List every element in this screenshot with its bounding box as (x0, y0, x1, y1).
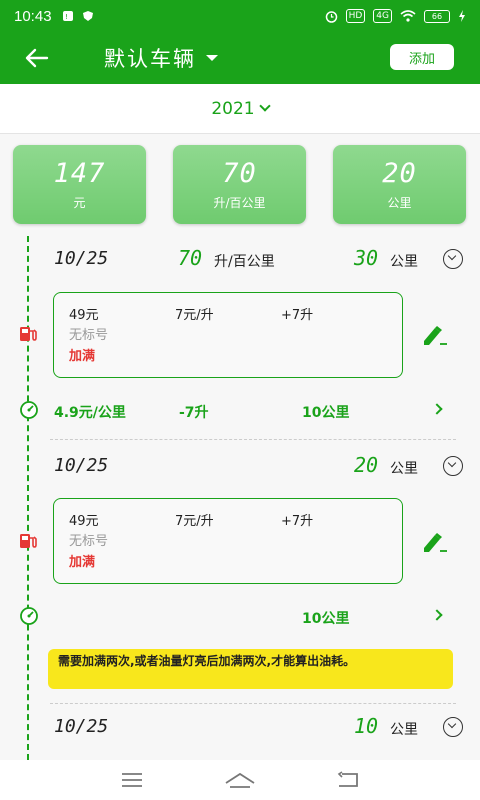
record-price: 7元/升 (175, 308, 214, 323)
refuel-record-card[interactable]: 49元 7元/升 +7升 无标号 加满 (53, 292, 403, 378)
group-distance-unit: 公里 (390, 254, 418, 270)
shield-icon (82, 11, 93, 21)
divider (50, 439, 456, 440)
record-grade: 无标号 (69, 534, 109, 549)
back-button[interactable] (24, 45, 50, 71)
stat-cost-per-km: 4.9元/公里 (54, 405, 126, 421)
vehicle-selector[interactable]: 默认车辆 (104, 43, 218, 73)
summary-card-cost: 147 元 (13, 145, 146, 224)
stat-distance: 10公里 (302, 405, 350, 421)
4g-signal-icon: 4G (373, 9, 392, 23)
charging-icon (459, 10, 465, 22)
record-price: 7元/升 (175, 514, 214, 529)
summary-unit: 元 (73, 196, 86, 210)
timeline-line (27, 236, 29, 760)
status-right-icons: HD 4G 66 (325, 9, 466, 23)
group-consumption-unit: 升/百公里 (214, 254, 275, 270)
back-nav-icon[interactable] (336, 771, 360, 789)
arrow-left-icon (25, 48, 49, 68)
record-volume: +7升 (281, 308, 314, 323)
divider (50, 703, 456, 704)
page-title: 默认车辆 (104, 47, 196, 71)
record-amount: 49元 (69, 514, 99, 529)
edit-icon[interactable] (420, 530, 448, 554)
fuel-pump-icon (20, 327, 37, 341)
battery-icon: 66 (424, 9, 450, 23)
summary-unit: 公里 (387, 196, 412, 210)
chevron-down-icon (258, 100, 271, 112)
summary-value: 147 (53, 158, 106, 189)
group-distance: 30 (354, 246, 379, 270)
system-nav-bar (0, 760, 480, 800)
status-left-icons: ! (62, 10, 94, 22)
summary-value: 70 (222, 158, 257, 189)
alarm-icon (325, 10, 337, 23)
record-volume: +7升 (281, 514, 314, 529)
group-distance: 20 (354, 453, 379, 477)
group-distance-unit: 公里 (390, 461, 418, 477)
stat-fuel-diff: -7升 (179, 405, 209, 421)
summary-unit: 升/百公里 (213, 196, 266, 210)
summary-card-consumption: 70 升/百公里 (173, 145, 306, 224)
chevron-right-icon[interactable] (431, 403, 443, 415)
group-date: 10/25 (54, 248, 109, 269)
record-fill-status: 加满 (69, 555, 96, 570)
add-button[interactable]: 添加 (390, 44, 454, 70)
record-amount: 49元 (69, 308, 99, 323)
group-date: 10/25 (54, 716, 109, 737)
summary-value: 20 (382, 158, 417, 189)
status-bar: 10:43 ! HD 4G 66 (0, 0, 480, 32)
fuel-consumption-notice: 需要加满两次,或者油量灯亮后加满两次,才能算出油耗。 (48, 649, 453, 689)
wifi-icon (400, 10, 416, 22)
refuel-record-card[interactable]: 49元 7元/升 +7升 无标号 加满 (53, 498, 403, 584)
expand-toggle-icon[interactable] (443, 456, 463, 476)
chevron-right-icon[interactable] (431, 609, 443, 621)
gauge-icon (20, 607, 38, 625)
gauge-icon (20, 401, 38, 419)
fuel-pump-icon (20, 534, 37, 548)
group-consumption: 70 (178, 246, 203, 270)
app-bar: 默认车辆 添加 (0, 32, 480, 84)
group-distance: 10 (354, 714, 379, 738)
edit-icon[interactable] (420, 323, 448, 347)
message-icon: ! (62, 11, 73, 21)
record-fill-status: 加满 (69, 349, 96, 364)
year-label: 2021 (211, 98, 255, 119)
hd-icon: HD (345, 9, 366, 23)
expand-toggle-icon[interactable] (443, 717, 463, 737)
record-grade: 无标号 (69, 328, 109, 343)
home-icon[interactable] (224, 771, 256, 789)
stat-distance: 10公里 (302, 611, 350, 627)
caret-down-icon (206, 55, 218, 61)
menu-icon[interactable] (120, 772, 144, 788)
status-time: 10:43 (14, 7, 52, 25)
group-distance-unit: 公里 (390, 722, 418, 738)
summary-card-distance: 20 公里 (333, 145, 466, 224)
expand-toggle-icon[interactable] (443, 249, 463, 269)
svg-text:!: ! (65, 13, 68, 21)
year-selector[interactable]: 2021 (0, 84, 480, 134)
group-date: 10/25 (54, 455, 109, 476)
